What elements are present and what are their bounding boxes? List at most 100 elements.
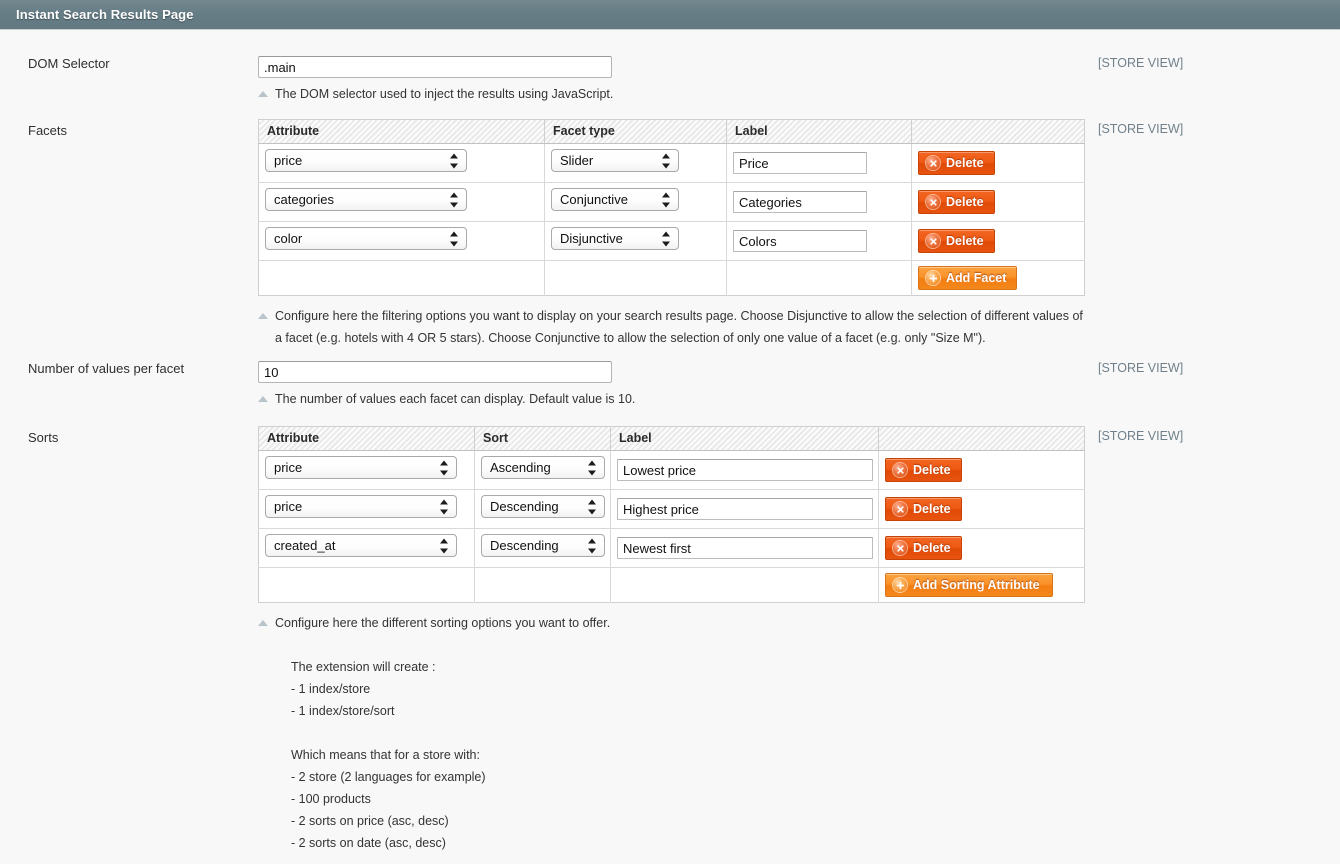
sort-label-input-2[interactable] <box>617 537 873 559</box>
table-row: price Slider <box>259 144 1085 183</box>
sort-label-input-1[interactable] <box>617 498 873 520</box>
values-per-facet-input[interactable] <box>258 361 612 383</box>
facets-footer-empty-2 <box>545 261 727 296</box>
delete-sort-button-2[interactable]: Delete <box>885 536 962 560</box>
facet-label-cell <box>727 222 912 261</box>
facets-table-header-row: Attribute Facet type Label <box>259 120 1085 144</box>
note-triangle-icon <box>258 396 268 402</box>
field-row-dom-selector: DOM Selector The DOM selector used to in… <box>0 56 1340 105</box>
facet-attribute-select-2[interactable]: color <box>265 227 467 250</box>
facet-label-input-1[interactable] <box>733 191 867 213</box>
delete-facet-button-1[interactable]: Delete <box>918 190 995 214</box>
facets-col-label: Label <box>727 120 912 144</box>
dom-selector-input[interactable] <box>258 56 612 78</box>
stepper-arrows-icon <box>662 230 671 247</box>
facet-actions-cell: Delete <box>912 222 1085 261</box>
facet-type-select-1[interactable]: Conjunctive <box>551 188 679 211</box>
sorts-note-create-2: - 1 index/store/sort <box>291 700 936 722</box>
sorts-control: Attribute Sort Label price <box>258 426 1340 864</box>
sort-attribute-value-2: created_at <box>274 538 335 553</box>
sorts-note-create-1: - 1 index/store <box>291 678 936 700</box>
facet-label-input-2[interactable] <box>733 230 867 252</box>
delete-facet-button-2[interactable]: Delete <box>918 229 995 253</box>
facet-type-value-0: Slider <box>560 153 593 168</box>
sorts-note-means-2: - 100 products <box>291 788 936 810</box>
facet-type-select-0[interactable]: Slider <box>551 149 679 172</box>
field-row-facets: Facets Attribute Facet type Label <box>0 119 1340 349</box>
sorts-label: Sorts <box>0 426 258 446</box>
sorts-note-means-4: - 2 sorts on date (asc, desc) <box>291 832 936 854</box>
facets-table-footer-row: Add Facet <box>259 261 1085 296</box>
delete-facet-button-0[interactable]: Delete <box>918 151 995 175</box>
sorts-col-actions <box>879 427 1085 451</box>
sort-direction-cell: Ascending <box>475 451 611 490</box>
facet-label-cell <box>727 183 912 222</box>
note-triangle-icon <box>258 313 268 319</box>
circle-x-icon <box>893 541 907 555</box>
sorts-note-means-1: - 2 store (2 languages for example) <box>291 766 936 788</box>
sort-attribute-select-1[interactable]: price <box>265 495 457 518</box>
dom-selector-label: DOM Selector <box>0 56 258 72</box>
add-sorting-attribute-button[interactable]: Add Sorting Attribute <box>885 573 1053 597</box>
sort-label-cell <box>611 451 879 490</box>
dom-selector-control: The DOM selector used to inject the resu… <box>258 56 1340 105</box>
stepper-arrows-icon <box>450 152 459 169</box>
sort-label-input-0[interactable] <box>617 459 873 481</box>
facets-note-text: Configure here the filtering options you… <box>275 305 1087 349</box>
scope-label-values-per-facet: [STORE VIEW] <box>1098 361 1183 375</box>
stepper-arrows-icon <box>588 459 597 476</box>
facet-attribute-select-1[interactable]: categories <box>265 188 467 211</box>
delete-sort-button-1[interactable]: Delete <box>885 497 962 521</box>
sorts-note-intro: Configure here the different sorting opt… <box>275 612 936 634</box>
sorts-table: Attribute Sort Label price <box>258 426 1085 603</box>
sort-attribute-select-2[interactable]: created_at <box>265 534 457 557</box>
field-row-sorts: Sorts Attribute Sort Label <box>0 426 1340 864</box>
stepper-arrows-icon <box>588 537 597 554</box>
facets-note: Configure here the filtering options you… <box>258 305 1340 349</box>
scope-label-facets: [STORE VIEW] <box>1098 122 1183 136</box>
table-row: price Ascending <box>259 451 1085 490</box>
sort-direction-select-0[interactable]: Ascending <box>481 456 605 479</box>
facet-type-cell: Conjunctive <box>545 183 727 222</box>
stepper-arrows-icon <box>440 537 449 554</box>
facet-attribute-select-0[interactable]: price <box>265 149 467 172</box>
stepper-arrows-icon <box>588 498 597 515</box>
facet-type-value-1: Conjunctive <box>560 192 628 207</box>
facet-attribute-value-2: color <box>274 231 302 246</box>
sort-direction-select-1[interactable]: Descending <box>481 495 605 518</box>
sort-direction-select-2[interactable]: Descending <box>481 534 605 557</box>
facet-label-input-0[interactable] <box>733 152 867 174</box>
circle-plus-icon <box>926 271 940 285</box>
add-sorting-attribute-label: Add Sorting Attribute <box>913 578 1040 592</box>
scope-label-sorts: [STORE VIEW] <box>1098 429 1183 443</box>
stepper-arrows-icon <box>450 230 459 247</box>
note-triangle-icon <box>258 620 268 626</box>
sort-actions-cell: Delete <box>879 529 1085 568</box>
delete-facet-label-1: Delete <box>946 195 984 209</box>
sort-attribute-cell: price <box>259 490 475 529</box>
sorts-footer-actions: Add Sorting Attribute <box>879 568 1085 603</box>
sort-attribute-select-0[interactable]: price <box>265 456 457 479</box>
sort-attribute-value-0: price <box>274 460 302 475</box>
facet-type-select-2[interactable]: Disjunctive <box>551 227 679 250</box>
sort-direction-value-2: Descending <box>490 538 559 553</box>
values-per-facet-control: The number of values each facet can disp… <box>258 361 1340 410</box>
values-per-facet-label: Number of values per facet <box>0 361 258 377</box>
note-triangle-icon <box>258 91 268 97</box>
circle-x-icon <box>926 156 940 170</box>
values-per-facet-note-text: The number of values each facet can disp… <box>275 388 635 410</box>
sorts-table-footer-row: Add Sorting Attribute <box>259 568 1085 603</box>
field-row-values-per-facet: Number of values per facet The number of… <box>0 361 1340 410</box>
facet-label-cell <box>727 144 912 183</box>
sort-direction-cell: Descending <box>475 529 611 568</box>
table-row: color Disjunctive <box>259 222 1085 261</box>
delete-sort-label-0: Delete <box>913 463 951 477</box>
add-facet-button[interactable]: Add Facet <box>918 266 1017 290</box>
sorts-note-text: Configure here the different sorting opt… <box>275 612 936 864</box>
table-row: price Descending <box>259 490 1085 529</box>
circle-x-icon <box>893 502 907 516</box>
values-per-facet-note: The number of values each facet can disp… <box>258 388 1340 410</box>
facets-control: Attribute Facet type Label price <box>258 119 1340 349</box>
delete-sort-button-0[interactable]: Delete <box>885 458 962 482</box>
facets-label: Facets <box>0 119 258 139</box>
